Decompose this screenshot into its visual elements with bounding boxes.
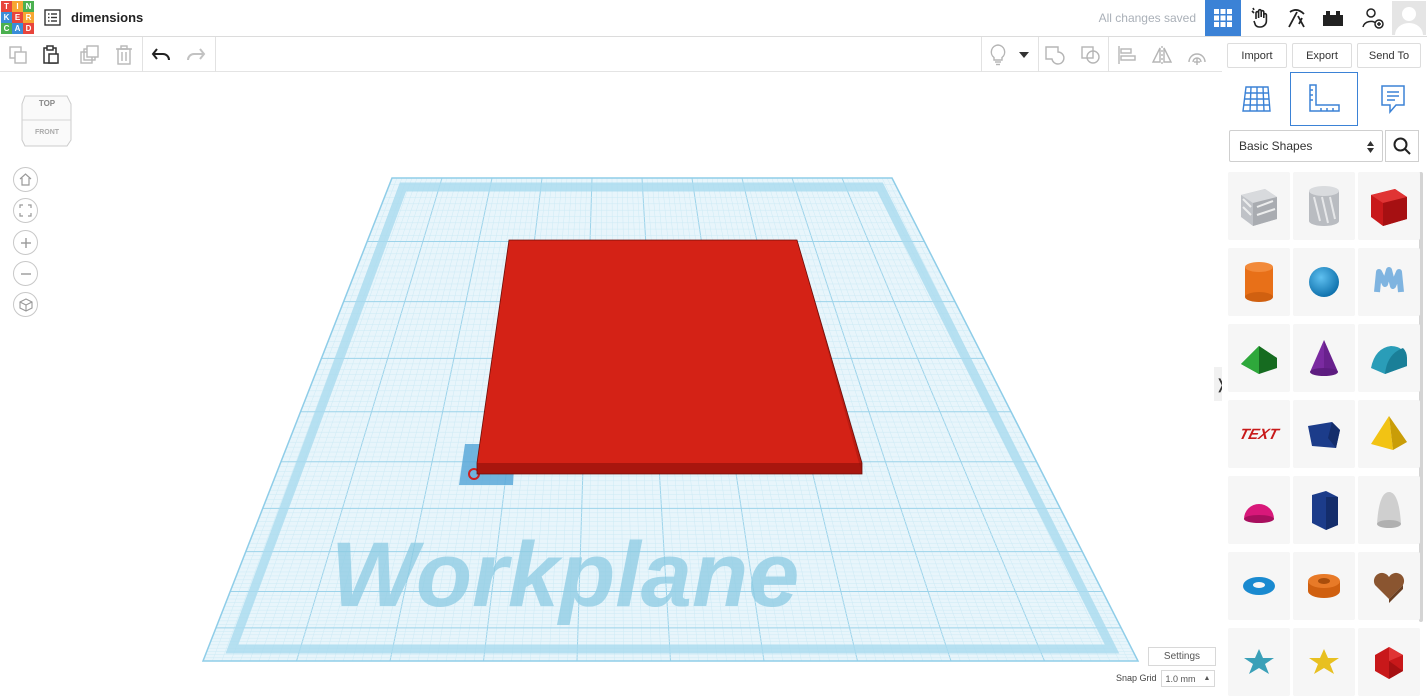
add-user-icon[interactable] (1355, 0, 1391, 36)
grid-view-icon[interactable] (1205, 0, 1241, 36)
workplane-label: Workplane (331, 524, 800, 626)
logo-letter: T (1, 1, 12, 12)
view-cube-front[interactable]: FRONT (21, 129, 73, 136)
torus-shape[interactable] (1228, 552, 1290, 620)
box-shape[interactable] (1358, 172, 1420, 240)
shape-category-value: Basic Shapes (1239, 139, 1313, 153)
workplane-grid-tab[interactable] (1222, 72, 1290, 126)
view-cube-top[interactable]: TOP (21, 99, 73, 108)
3d-viewport[interactable]: Workplane TOP FRONT (0, 72, 1222, 695)
logo-letter: E (12, 12, 23, 23)
fit-view-icon[interactable] (13, 198, 38, 223)
view-cube[interactable]: TOP FRONT (21, 90, 73, 148)
zoom-out-icon[interactable] (13, 261, 38, 286)
duplicate-icon[interactable] (76, 42, 102, 68)
toolbar-divider (1108, 37, 1109, 72)
copy-icon[interactable] (5, 42, 31, 68)
pyramid-shape[interactable] (1358, 400, 1420, 468)
paraboloid-shape[interactable] (1358, 476, 1420, 544)
snap-grid-value: 1.0 mm (1165, 673, 1196, 684)
lightbulb-icon[interactable] (985, 42, 1011, 68)
home-view-icon[interactable] (13, 167, 38, 192)
redo-icon[interactable] (183, 42, 209, 68)
logo-letter: K (1, 12, 12, 23)
svg-text:TEXT: TEXT (1237, 426, 1281, 443)
heart-shape[interactable] (1358, 552, 1420, 620)
logo-letter: C (1, 23, 12, 34)
search-shapes-button[interactable] (1385, 130, 1419, 162)
hand-icon[interactable] (1243, 0, 1279, 36)
mirror-icon[interactable] (1149, 42, 1175, 68)
notes-tab[interactable] (1359, 72, 1427, 126)
workplane-scene: Workplane (201, 177, 1140, 662)
search-icon (1393, 137, 1411, 155)
star-shape[interactable] (1228, 628, 1290, 696)
shapes-panel: Basic Shapes TEXT (1222, 72, 1427, 696)
text-shape[interactable]: TEXT (1228, 400, 1290, 468)
cruise-icon[interactable] (1184, 42, 1210, 68)
toolbar-divider (981, 37, 982, 72)
design-title[interactable]: dimensions (71, 10, 143, 25)
snap-caret-icon: ▲ (1203, 675, 1211, 682)
align-icon[interactable] (1114, 42, 1140, 68)
scribble-shape[interactable] (1358, 248, 1420, 316)
tinkercad-logo[interactable]: T I N K E R C A D (1, 1, 34, 34)
toolbar-divider (215, 37, 216, 72)
toolbar-divider (142, 37, 143, 72)
snap-grid-select[interactable]: 1.0 mm ▲ (1161, 670, 1215, 687)
avatar-icon[interactable] (1391, 0, 1427, 36)
undo-icon[interactable] (148, 42, 174, 68)
ungroup-icon[interactable] (1078, 42, 1104, 68)
sphere-shape[interactable] (1293, 248, 1355, 316)
zoom-in-icon[interactable] (13, 230, 38, 255)
edit-toolbar (0, 37, 1222, 72)
box-hole-shape[interactable] (1228, 172, 1290, 240)
polygon-shape[interactable] (1293, 476, 1355, 544)
logo-letter: I (12, 1, 23, 12)
settings-button[interactable]: Settings (1148, 647, 1216, 666)
paste-icon[interactable] (38, 42, 64, 68)
send-to-button[interactable]: Send To (1357, 43, 1421, 68)
logo-letter: D (23, 23, 34, 34)
shape-generator-shape[interactable] (1293, 400, 1355, 468)
star-yellow-shape[interactable] (1293, 628, 1355, 696)
dropdown-caret-icon[interactable] (1013, 42, 1035, 68)
perspective-icon[interactable] (13, 292, 38, 317)
brick-icon[interactable] (1315, 0, 1351, 36)
cone-shape[interactable] (1293, 324, 1355, 392)
delete-icon[interactable] (111, 42, 137, 68)
logo-letter: R (23, 12, 34, 23)
group-icon[interactable] (1042, 42, 1068, 68)
tube-shape[interactable] (1293, 552, 1355, 620)
save-status: All changes saved (1098, 11, 1196, 25)
roof-shape[interactable] (1228, 324, 1290, 392)
icosahedron-shape[interactable] (1358, 628, 1420, 696)
half-sphere-shape[interactable] (1228, 476, 1290, 544)
logo-letter: A (12, 23, 23, 34)
shape-category-select[interactable]: Basic Shapes (1229, 130, 1383, 162)
pickaxe-icon[interactable] (1279, 0, 1315, 36)
cylinder-shape[interactable] (1228, 248, 1290, 316)
round-roof-shape[interactable] (1358, 324, 1420, 392)
ruler-tab[interactable] (1290, 72, 1358, 126)
export-button[interactable]: Export (1292, 43, 1352, 68)
toolbar-divider (1038, 37, 1039, 72)
red-box-shape[interactable] (476, 239, 863, 475)
design-list-icon[interactable] (44, 9, 61, 26)
import-button[interactable]: Import (1227, 43, 1287, 68)
top-bar: T I N K E R C A D dimensions All changes… (0, 0, 1427, 37)
snap-grid-label: Snap Grid (1116, 673, 1157, 683)
cylinder-hole-shape[interactable] (1293, 172, 1355, 240)
logo-letter: N (23, 1, 34, 12)
select-arrows-icon (1367, 141, 1374, 153)
